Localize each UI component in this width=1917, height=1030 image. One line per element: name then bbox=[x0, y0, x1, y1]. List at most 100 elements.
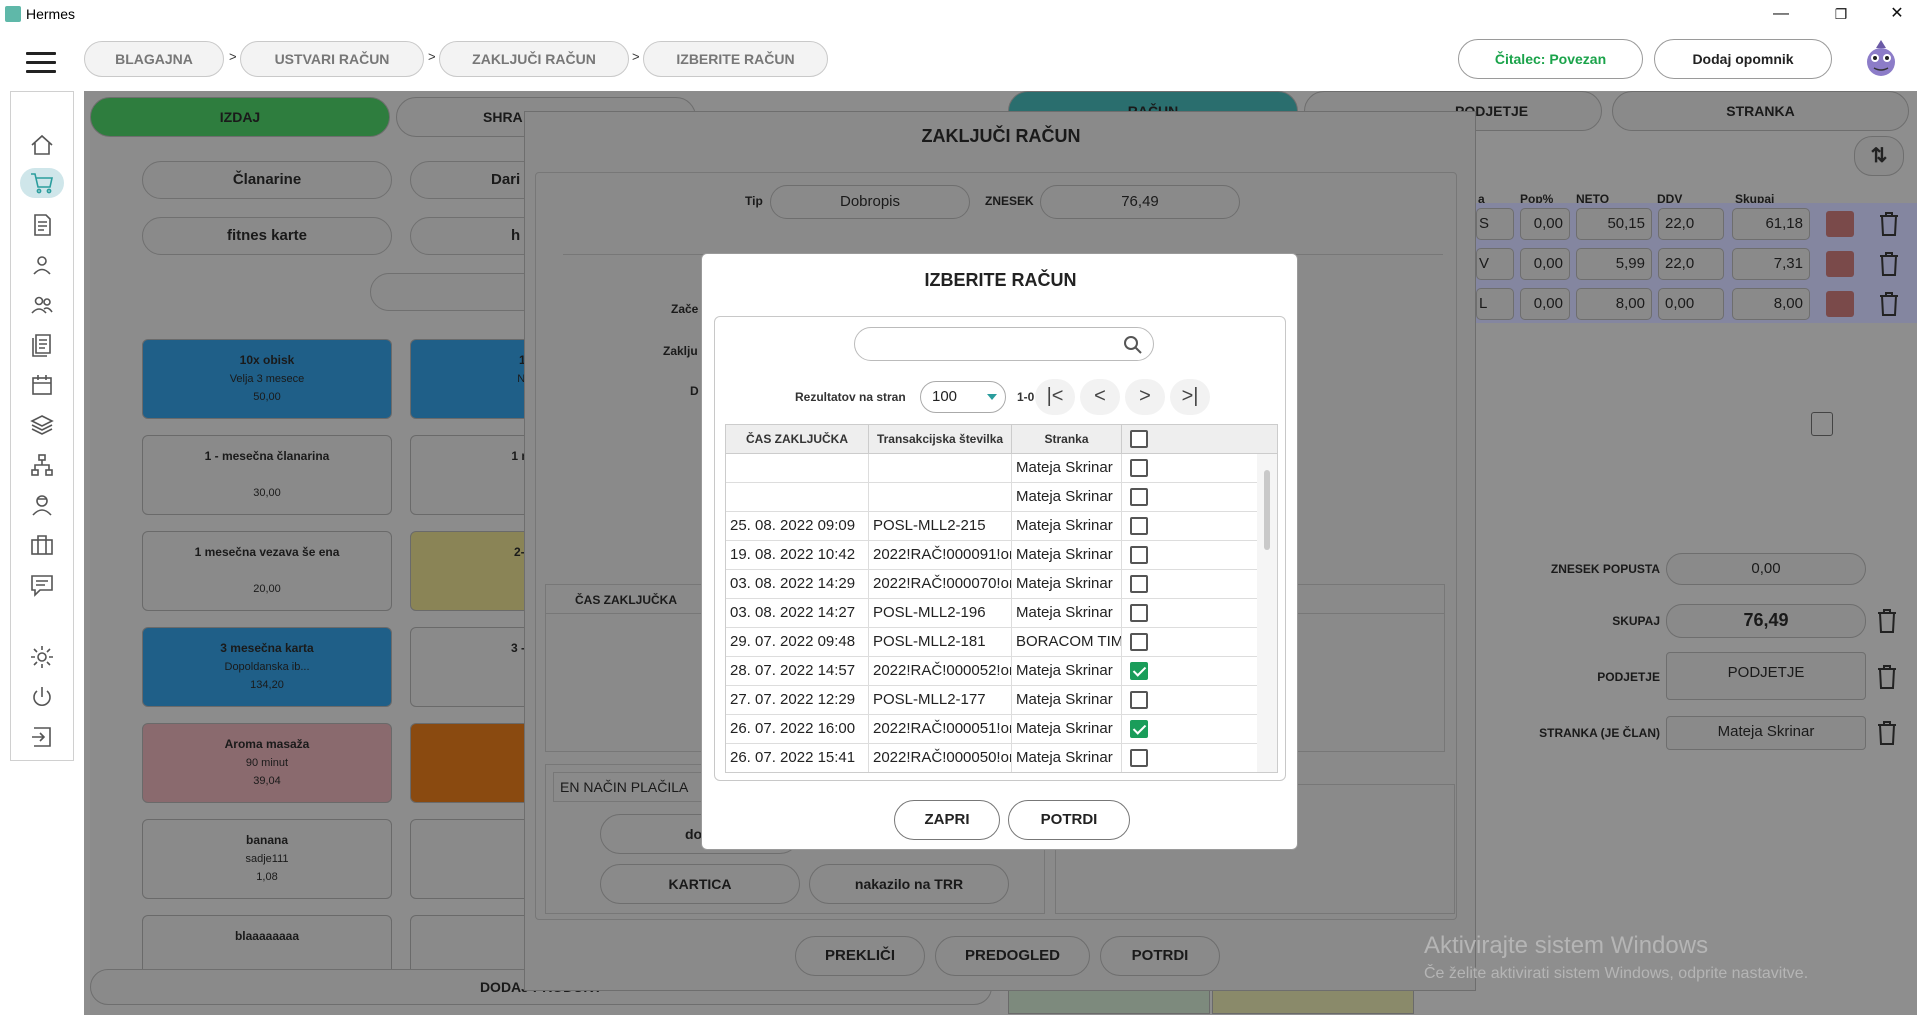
search-icon[interactable] bbox=[1123, 335, 1143, 355]
rows-per-page-select[interactable]: 100 bbox=[920, 381, 1006, 413]
tab-izdaj[interactable]: IZDAJ bbox=[90, 97, 390, 137]
category-clanarine[interactable]: Članarine bbox=[142, 161, 392, 199]
trash-icon[interactable] bbox=[1878, 251, 1900, 277]
category-fitnes-karte[interactable]: fitnes karte bbox=[142, 217, 392, 255]
table-row[interactable]: 29. 07. 2022 09:48 POSL-MLL2-181 BORACOM T… bbox=[726, 628, 1257, 657]
table-row[interactable]: 03. 08. 2022 14:292022!RAČ!000070!onli..… bbox=[726, 570, 1257, 599]
line-code[interactable]: S bbox=[1476, 208, 1514, 240]
table-row[interactable]: Mateja Skrinar bbox=[726, 454, 1257, 483]
tip-select[interactable]: Dobropis bbox=[770, 185, 970, 219]
briefcase-icon[interactable] bbox=[27, 530, 57, 560]
confirm-close-button[interactable]: POTRDI bbox=[1100, 936, 1220, 976]
row-checkbox[interactable] bbox=[1130, 633, 1148, 651]
reader-status-button[interactable]: Čitalec: Povezan bbox=[1458, 39, 1643, 79]
line-total[interactable]: 61,18 bbox=[1732, 208, 1810, 240]
product-tile[interactable]: 1 - mesečna članarina 30,00 bbox=[142, 435, 392, 515]
table-row[interactable]: Mateja Skrinar bbox=[726, 483, 1257, 512]
row-checkbox[interactable] bbox=[1130, 488, 1148, 506]
prev-page-button[interactable]: < bbox=[1080, 379, 1120, 415]
last-page-button[interactable]: >| bbox=[1170, 379, 1210, 415]
client-button[interactable]: Mateja Skrinar bbox=[1666, 716, 1866, 750]
maximize-button[interactable]: ❐ bbox=[1818, 2, 1864, 26]
menu-icon[interactable] bbox=[26, 52, 56, 74]
scrollbar[interactable] bbox=[1257, 454, 1277, 772]
confirm-button[interactable]: POTRDI bbox=[1008, 800, 1130, 840]
invoice-icon[interactable] bbox=[27, 210, 57, 240]
cancel-button[interactable]: PREKLIČI bbox=[795, 936, 925, 976]
line-vat[interactable]: 0,00 bbox=[1658, 288, 1724, 320]
line-neto[interactable]: 8,00 bbox=[1576, 288, 1652, 320]
minimize-button[interactable]: — bbox=[1758, 2, 1804, 26]
product-tile[interactable]: 10x obisk Velja 3 mesece 50,00 bbox=[142, 339, 392, 419]
line-code[interactable]: L bbox=[1476, 288, 1514, 320]
select-all-checkbox[interactable] bbox=[1130, 430, 1148, 448]
product-tile[interactable]: 3 mesečna karta Dopoldanska ib... 134,20 bbox=[142, 627, 392, 707]
line-discount[interactable]: 0,00 bbox=[1520, 288, 1570, 320]
breadcrumb-ustvari-racun[interactable]: USTVARI RAČUN bbox=[240, 41, 424, 77]
trash-icon[interactable] bbox=[1876, 664, 1898, 690]
product-tile[interactable]: Aroma masaža 90 minut 39,04 bbox=[142, 723, 392, 803]
power-icon[interactable] bbox=[27, 682, 57, 712]
trash-icon[interactable] bbox=[1876, 608, 1898, 634]
row-checkbox[interactable] bbox=[1130, 691, 1148, 709]
row-checkbox[interactable] bbox=[1130, 720, 1148, 738]
line-neto[interactable]: 50,15 bbox=[1576, 208, 1652, 240]
row-checkbox[interactable] bbox=[1130, 749, 1148, 767]
product-tile[interactable]: banana sadje111 1,08 bbox=[142, 819, 392, 899]
next-page-button[interactable]: > bbox=[1125, 379, 1165, 415]
add-reminder-button[interactable]: Dodaj opomnik bbox=[1654, 39, 1832, 79]
trash-icon[interactable] bbox=[1876, 720, 1898, 746]
table-row[interactable]: 26. 07. 2022 16:002022!RAČ!000051!onli..… bbox=[726, 715, 1257, 744]
scrollbar[interactable] bbox=[1453, 182, 1465, 912]
table-row[interactable]: 26. 07. 2022 15:412022!RAČ!000050!onli..… bbox=[726, 744, 1257, 772]
line-vat[interactable]: 22,0 bbox=[1658, 248, 1724, 280]
pay-transfer-button[interactable]: nakazilo na TRR bbox=[809, 864, 1009, 904]
cart-icon[interactable] bbox=[20, 168, 64, 198]
first-page-button[interactable]: |< bbox=[1035, 379, 1075, 415]
breadcrumb-blagajna[interactable]: BLAGAJNA bbox=[84, 41, 224, 77]
settings-icon[interactable] bbox=[27, 642, 57, 672]
search-input[interactable] bbox=[854, 327, 1154, 361]
hierarchy-icon[interactable] bbox=[27, 450, 57, 480]
scrollbar-thumb[interactable] bbox=[1264, 470, 1270, 550]
preview-button[interactable]: PREDOGLED bbox=[935, 936, 1090, 976]
tab-stranka[interactable]: STRANKA bbox=[1612, 91, 1909, 131]
table-row[interactable]: 28. 07. 2022 14:572022!RAČ!000052!onli..… bbox=[726, 657, 1257, 686]
line-code[interactable]: V bbox=[1476, 248, 1514, 280]
trash-icon[interactable] bbox=[1878, 291, 1900, 317]
row-checkbox[interactable] bbox=[1130, 546, 1148, 564]
table-row[interactable]: 25. 08. 2022 09:09 POSL-MLL2-215 Mateja Sk… bbox=[726, 512, 1257, 541]
company-button[interactable]: PODJETJE bbox=[1666, 652, 1866, 700]
breadcrumb-zakljuci-racun[interactable]: ZAKLJUČI RAČUN bbox=[439, 41, 629, 77]
line-discount[interactable]: 0,00 bbox=[1520, 208, 1570, 240]
close-window-button[interactable]: ✕ bbox=[1874, 2, 1917, 26]
table-row[interactable]: 27. 07. 2022 12:29 POSL-MLL2-177 Mateja Sk… bbox=[726, 686, 1257, 715]
row-checkbox[interactable] bbox=[1130, 604, 1148, 622]
amount-field[interactable]: 76,49 bbox=[1040, 185, 1240, 219]
table-row[interactable]: 03. 08. 2022 14:27 POSL-MLL2-196 Mateja Sk… bbox=[726, 599, 1257, 628]
calendar-icon[interactable] bbox=[1811, 412, 1833, 436]
table-row[interactable]: 19. 08. 2022 10:422022!RAČ!000091!onli..… bbox=[726, 541, 1257, 570]
column-header[interactable]: Stranka bbox=[1012, 425, 1122, 454]
line-discount[interactable]: 0,00 bbox=[1520, 248, 1570, 280]
line-neto[interactable]: 5,99 bbox=[1576, 248, 1652, 280]
column-header[interactable]: ČAS ZAKLJUČKA bbox=[726, 425, 869, 454]
logout-icon[interactable] bbox=[27, 722, 57, 752]
employee-icon[interactable] bbox=[27, 490, 57, 520]
edit-icon[interactable] bbox=[1826, 291, 1854, 317]
discount-value[interactable]: 0,00 bbox=[1666, 553, 1866, 585]
users-icon[interactable] bbox=[27, 290, 57, 320]
row-checkbox[interactable] bbox=[1130, 459, 1148, 477]
close-button[interactable]: ZAPRI bbox=[894, 800, 1000, 840]
edit-icon[interactable] bbox=[1826, 251, 1854, 277]
documents-icon[interactable] bbox=[27, 330, 57, 360]
layers-icon[interactable] bbox=[27, 410, 57, 440]
trash-icon[interactable] bbox=[1878, 211, 1900, 237]
line-vat[interactable]: 22,0 bbox=[1658, 208, 1724, 240]
tab-payment-single[interactable]: EN NAČIN PLAČILA bbox=[553, 772, 703, 802]
avatar[interactable] bbox=[1862, 38, 1900, 78]
calendar-icon[interactable] bbox=[27, 370, 57, 400]
row-checkbox[interactable] bbox=[1130, 662, 1148, 680]
line-total[interactable]: 7,31 bbox=[1732, 248, 1810, 280]
pay-card-button[interactable]: KARTICA bbox=[600, 864, 800, 904]
